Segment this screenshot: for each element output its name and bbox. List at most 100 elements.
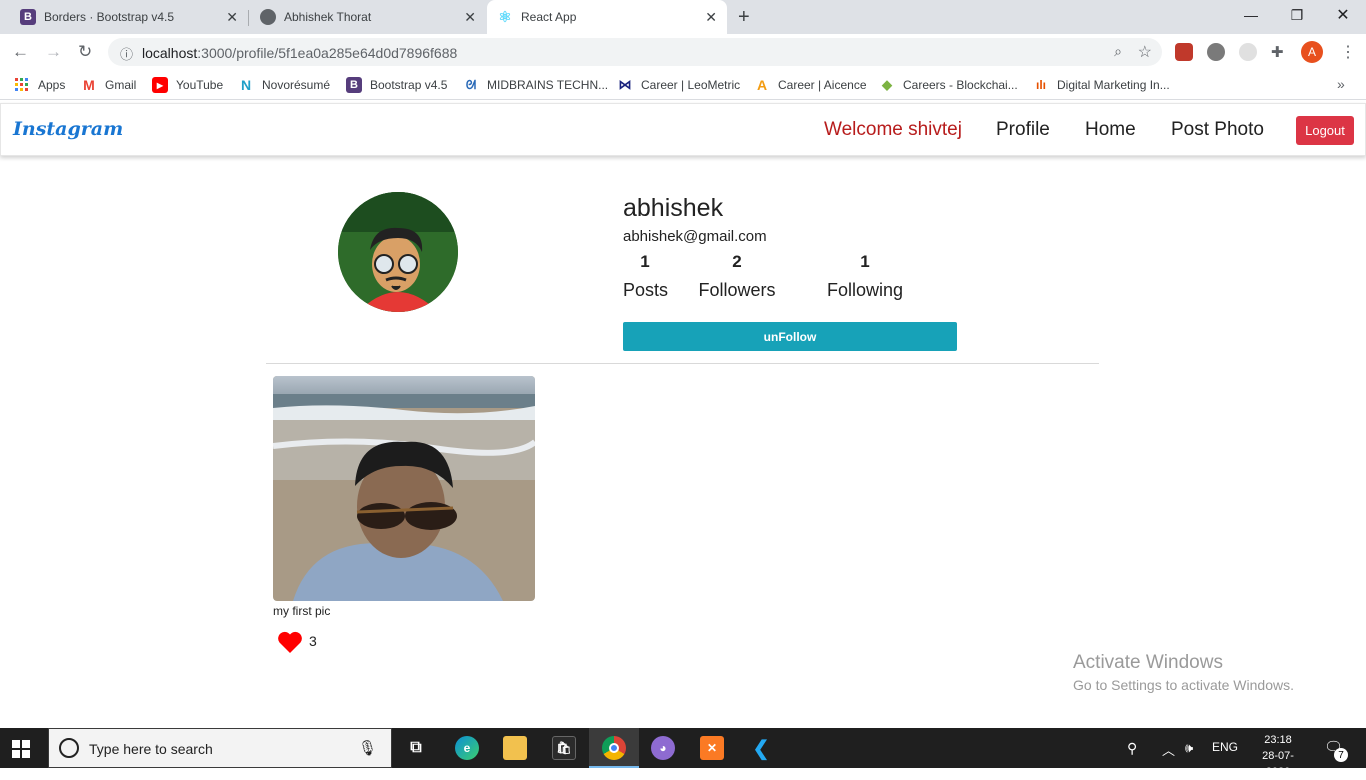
language-indicator[interactable]: ENG bbox=[1212, 740, 1238, 754]
brand-logo[interactable]: Instagram bbox=[13, 118, 123, 140]
bookmark-bootstrap[interactable]: B Bootstrap v4.5 bbox=[346, 77, 447, 93]
blockchain-icon: ◆ bbox=[882, 77, 892, 92]
profile-username: abhishek bbox=[623, 194, 724, 222]
taskbar-search-box[interactable]: Type here to search 🎙 bbox=[48, 728, 392, 768]
bookmark-label: Careers - Blockchai... bbox=[903, 78, 1018, 92]
heart-icon[interactable] bbox=[277, 630, 303, 659]
close-icon[interactable]: ✕ bbox=[705, 9, 717, 26]
tab-separator bbox=[248, 10, 249, 26]
bookmark-leometric[interactable]: ⋈ Career | LeoMetric bbox=[617, 77, 741, 93]
minimize-button[interactable]: — bbox=[1228, 0, 1274, 30]
close-window-button[interactable]: ✕ bbox=[1320, 0, 1366, 30]
puzzle-icon[interactable]: ✚ bbox=[1271, 43, 1289, 61]
tab-react-app[interactable]: ⚛ React App ✕ bbox=[487, 0, 727, 34]
digital-marketing-icon: ılı bbox=[1035, 78, 1046, 92]
unfollow-button[interactable]: unFollow bbox=[623, 322, 957, 351]
vscode-icon[interactable]: ❮ bbox=[749, 736, 773, 760]
chrome-icon bbox=[602, 736, 626, 760]
apps-grid-icon bbox=[14, 77, 30, 93]
profile-avatar-icon[interactable]: A bbox=[1301, 41, 1323, 63]
people-icon[interactable]: ⚲ bbox=[1127, 740, 1137, 757]
novoresume-icon: N bbox=[240, 77, 252, 93]
forward-button[interactable]: → bbox=[45, 42, 62, 62]
store-icon[interactable]: 🛍 bbox=[552, 736, 576, 760]
bookmark-star-icon[interactable]: ☆ bbox=[1138, 42, 1152, 62]
url-text[interactable]: localhost:3000/profile/5f1ea0a285e64d0d7… bbox=[142, 45, 457, 61]
bookmark-label: Gmail bbox=[105, 78, 137, 92]
bookmark-gmail[interactable]: M Gmail bbox=[81, 77, 136, 93]
extension-icon[interactable] bbox=[1207, 43, 1225, 61]
task-view-icon[interactable]: ⧉ bbox=[404, 736, 428, 760]
bookmark-novoresume[interactable]: N Novorésumé bbox=[238, 77, 330, 93]
tab-title: Abhishek Thorat bbox=[284, 10, 372, 24]
youtube-icon: ▶ bbox=[152, 77, 168, 93]
restore-button[interactable]: ❐ bbox=[1274, 0, 1320, 30]
post-caption: my first pic bbox=[273, 604, 331, 618]
file-explorer-icon[interactable] bbox=[503, 736, 527, 760]
gmail-icon: M bbox=[83, 77, 95, 93]
volume-icon[interactable]: 🕪 bbox=[1185, 740, 1193, 756]
bookmark-digital-marketing[interactable]: ılı Digital Marketing In... bbox=[1033, 77, 1170, 93]
bookmark-midbrains[interactable]: ᘛ MIDBRAINS TECHN... bbox=[463, 77, 608, 93]
bookmark-apps[interactable]: Apps bbox=[14, 77, 65, 93]
github-desktop-icon[interactable]: ◕ bbox=[651, 736, 675, 760]
midbrains-icon: ᘛ bbox=[465, 77, 477, 92]
system-clock[interactable]: 23:18 28-07-2020 bbox=[1250, 732, 1306, 780]
nav-profile[interactable]: Profile bbox=[996, 119, 1050, 141]
search-icon bbox=[59, 738, 79, 758]
bookmark-youtube[interactable]: ▶ YouTube bbox=[152, 77, 223, 93]
browser-toolbar: ← → ↻ ⓘ localhost:3000/profile/5f1ea0a28… bbox=[0, 34, 1366, 70]
bookmark-label: Career | LeoMetric bbox=[641, 78, 741, 92]
stat-posts: 1 Posts bbox=[623, 252, 669, 301]
logout-button[interactable]: Logout bbox=[1296, 116, 1354, 145]
activation-watermark-title: Activate Windows bbox=[1073, 652, 1223, 673]
xampp-icon[interactable]: ✕ bbox=[700, 736, 724, 760]
bookmark-aicence[interactable]: A Career | Aicence bbox=[754, 77, 867, 93]
chrome-taskbar-button[interactable] bbox=[589, 728, 639, 768]
chevron-up-icon[interactable]: ︿ bbox=[1162, 740, 1175, 759]
bookmark-label: Apps bbox=[38, 78, 66, 92]
extension-icon[interactable] bbox=[1175, 43, 1193, 61]
tab-bootstrap-borders[interactable]: B Borders · Bootstrap v4.5 ✕ bbox=[0, 0, 248, 34]
activation-watermark-subtitle: Go to Settings to activate Windows. bbox=[1073, 677, 1294, 693]
windows-start-icon[interactable] bbox=[12, 740, 30, 763]
react-icon: ⚛ bbox=[498, 9, 512, 26]
more-bookmarks-icon[interactable]: » bbox=[1337, 76, 1345, 92]
stat-count: 1 bbox=[860, 252, 870, 271]
search-placeholder: Type here to search bbox=[89, 741, 213, 757]
nav-post-photo[interactable]: Post Photo bbox=[1171, 119, 1264, 141]
clock-time: 23:18 bbox=[1264, 734, 1292, 746]
stat-followers: 2 Followers bbox=[696, 252, 778, 301]
back-button[interactable]: ← bbox=[12, 42, 29, 62]
bookmark-label: MIDBRAINS TECHN... bbox=[487, 78, 609, 92]
reload-button[interactable]: ↻ bbox=[78, 42, 92, 62]
stat-label: Posts bbox=[623, 280, 669, 300]
info-icon[interactable]: ⓘ bbox=[120, 44, 133, 63]
nav-home[interactable]: Home bbox=[1085, 119, 1136, 141]
tab-abhishek-thorat[interactable]: Abhishek Thorat ✕ bbox=[250, 0, 486, 34]
post-image[interactable] bbox=[273, 376, 535, 601]
close-icon[interactable]: ✕ bbox=[226, 9, 238, 26]
extension-icon[interactable] bbox=[1239, 43, 1257, 61]
close-icon[interactable]: ✕ bbox=[464, 9, 476, 26]
edge-icon[interactable]: e bbox=[455, 736, 479, 760]
leometric-icon: ⋈ bbox=[618, 77, 632, 92]
aicence-icon: A bbox=[756, 77, 768, 93]
microphone-icon[interactable]: 🎙 bbox=[358, 739, 377, 757]
bootstrap-icon: B bbox=[346, 77, 362, 93]
address-bar[interactable]: ⓘ localhost:3000/profile/5f1ea0a285e64d0… bbox=[108, 38, 1162, 66]
profile-email: abhishek@gmail.com bbox=[623, 228, 767, 245]
zoom-icon[interactable]: ⌕ bbox=[1114, 43, 1122, 60]
windows-taskbar: Type here to search 🎙 ⧉ e 🛍 ◕ ✕ ❮ ⚲ ︿ 🕪 … bbox=[0, 728, 1366, 778]
bookmark-label: YouTube bbox=[176, 78, 224, 92]
menu-dots-icon[interactable]: ⋮ bbox=[1340, 42, 1356, 62]
stat-count: 2 bbox=[732, 252, 742, 271]
stat-label: Following bbox=[826, 280, 904, 300]
tab-title: React App bbox=[521, 10, 577, 24]
new-tab-button[interactable]: + bbox=[738, 6, 750, 29]
divider bbox=[266, 363, 1099, 364]
welcome-text: Welcome shivtej bbox=[824, 119, 962, 140]
bootstrap-icon: B bbox=[20, 9, 36, 25]
bookmark-blockchain[interactable]: ◆ Careers - Blockchai... bbox=[879, 77, 1018, 93]
bookmark-label: Novorésumé bbox=[262, 78, 331, 92]
